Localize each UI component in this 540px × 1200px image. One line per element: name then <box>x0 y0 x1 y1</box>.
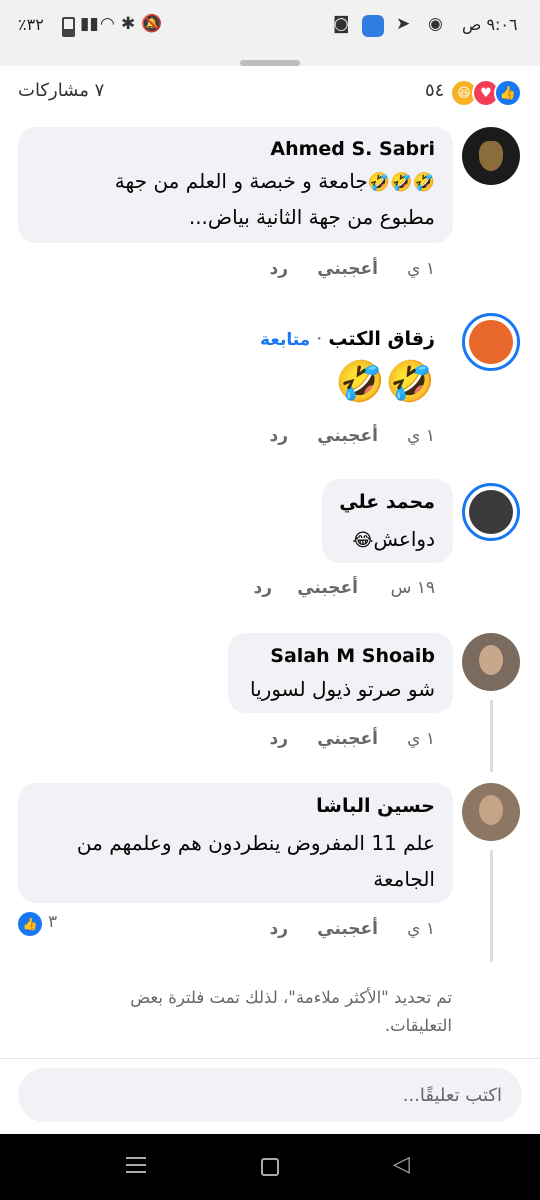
laughing-emoji-icon: 😂 <box>352 530 374 551</box>
comment-author[interactable]: محمد علي <box>339 491 435 513</box>
messenger-icon: ◉ <box>428 14 443 34</box>
thread-line <box>490 700 493 772</box>
like-reaction-icon: 👍 <box>494 79 522 107</box>
app-notification-icon: ◙ <box>333 14 350 34</box>
follow-button[interactable]: متابعة <box>260 330 310 350</box>
signal-icon: ▮▮ <box>80 14 99 34</box>
recent-apps-icon[interactable] <box>126 1157 146 1173</box>
back-icon[interactable]: ◁ <box>393 1152 410 1177</box>
comment-time: ١٩ س <box>390 578 435 598</box>
comment-text: علم 11 المفروض ينطردون هم وعلمهم من <box>76 831 435 855</box>
comment-text: شو صرتو ذيول لسوريا <box>250 677 435 701</box>
laughing-emoji-icon: 🤣🤣🤣 <box>367 172 435 193</box>
comment-author[interactable]: حسين الباشا <box>316 795 435 817</box>
comment-reaction-count[interactable]: ٣ <box>48 912 57 932</box>
avatar[interactable] <box>462 633 520 691</box>
comment-time: ١ ي <box>407 919 435 939</box>
comment-time: ١ ي <box>407 426 435 446</box>
avatar[interactable] <box>462 783 520 841</box>
shares-count[interactable]: ٧ مشاركات <box>18 80 104 101</box>
reactions-count[interactable]: ٥٤ <box>425 80 444 101</box>
thread-line <box>490 850 493 962</box>
battery-icon <box>62 17 75 37</box>
battery-percent: ٪٣٢ <box>18 15 44 34</box>
comment-author[interactable]: زقاق الكتب · متابعة <box>260 328 435 350</box>
avatar[interactable] <box>462 313 520 371</box>
like-button[interactable]: أعجبني <box>317 259 378 279</box>
comment-text: 🤣🤣🤣جامعة و خبصة و العلم من جهة <box>114 169 435 193</box>
filter-note: تم تحديد "الأكثر ملاءمة"، لذلك تمت فلترة… <box>130 988 452 1035</box>
divider <box>0 1058 540 1059</box>
telegram-icon: ➤ <box>396 14 411 34</box>
like-button[interactable]: أعجبني <box>317 919 378 939</box>
reply-button[interactable]: رد <box>269 919 288 939</box>
home-icon[interactable] <box>261 1158 279 1176</box>
bluetooth-icon: ✱ <box>121 14 136 34</box>
reply-button[interactable]: رد <box>269 259 288 279</box>
comment-author[interactable]: Salah M Shoaib <box>270 645 435 667</box>
laughing-emoji-icon: 🤣🤣 <box>335 359 435 405</box>
like-button[interactable]: أعجبني <box>317 729 378 749</box>
wifi-icon: ◠ <box>100 14 115 34</box>
comment-text: دواعش😂 <box>352 527 435 551</box>
comment-time: ١ ي <box>407 259 435 279</box>
reply-button[interactable]: رد <box>253 578 272 598</box>
mute-icon: 🔕 <box>141 14 163 34</box>
like-button[interactable]: أعجبني <box>317 426 378 446</box>
avatar[interactable] <box>462 483 520 541</box>
reply-button[interactable]: رد <box>269 426 288 446</box>
reply-button[interactable]: رد <box>269 729 288 749</box>
like-button[interactable]: أعجبني <box>297 578 358 598</box>
avatar[interactable] <box>462 127 520 185</box>
like-reaction-icon[interactable]: 👍 <box>18 912 42 936</box>
comment-input-placeholder: اكتب تعليقًا... <box>402 1085 502 1106</box>
comment-time: ١ ي <box>407 729 435 749</box>
comment-text: مطبوع من جهة الثانية بياض... <box>188 205 435 229</box>
status-time: ٩:٠٦ ص <box>462 15 518 34</box>
comment-author[interactable]: Ahmed S. Sabri <box>270 138 435 160</box>
app-icon <box>362 15 384 37</box>
comment-text: الجامعة <box>373 867 435 891</box>
